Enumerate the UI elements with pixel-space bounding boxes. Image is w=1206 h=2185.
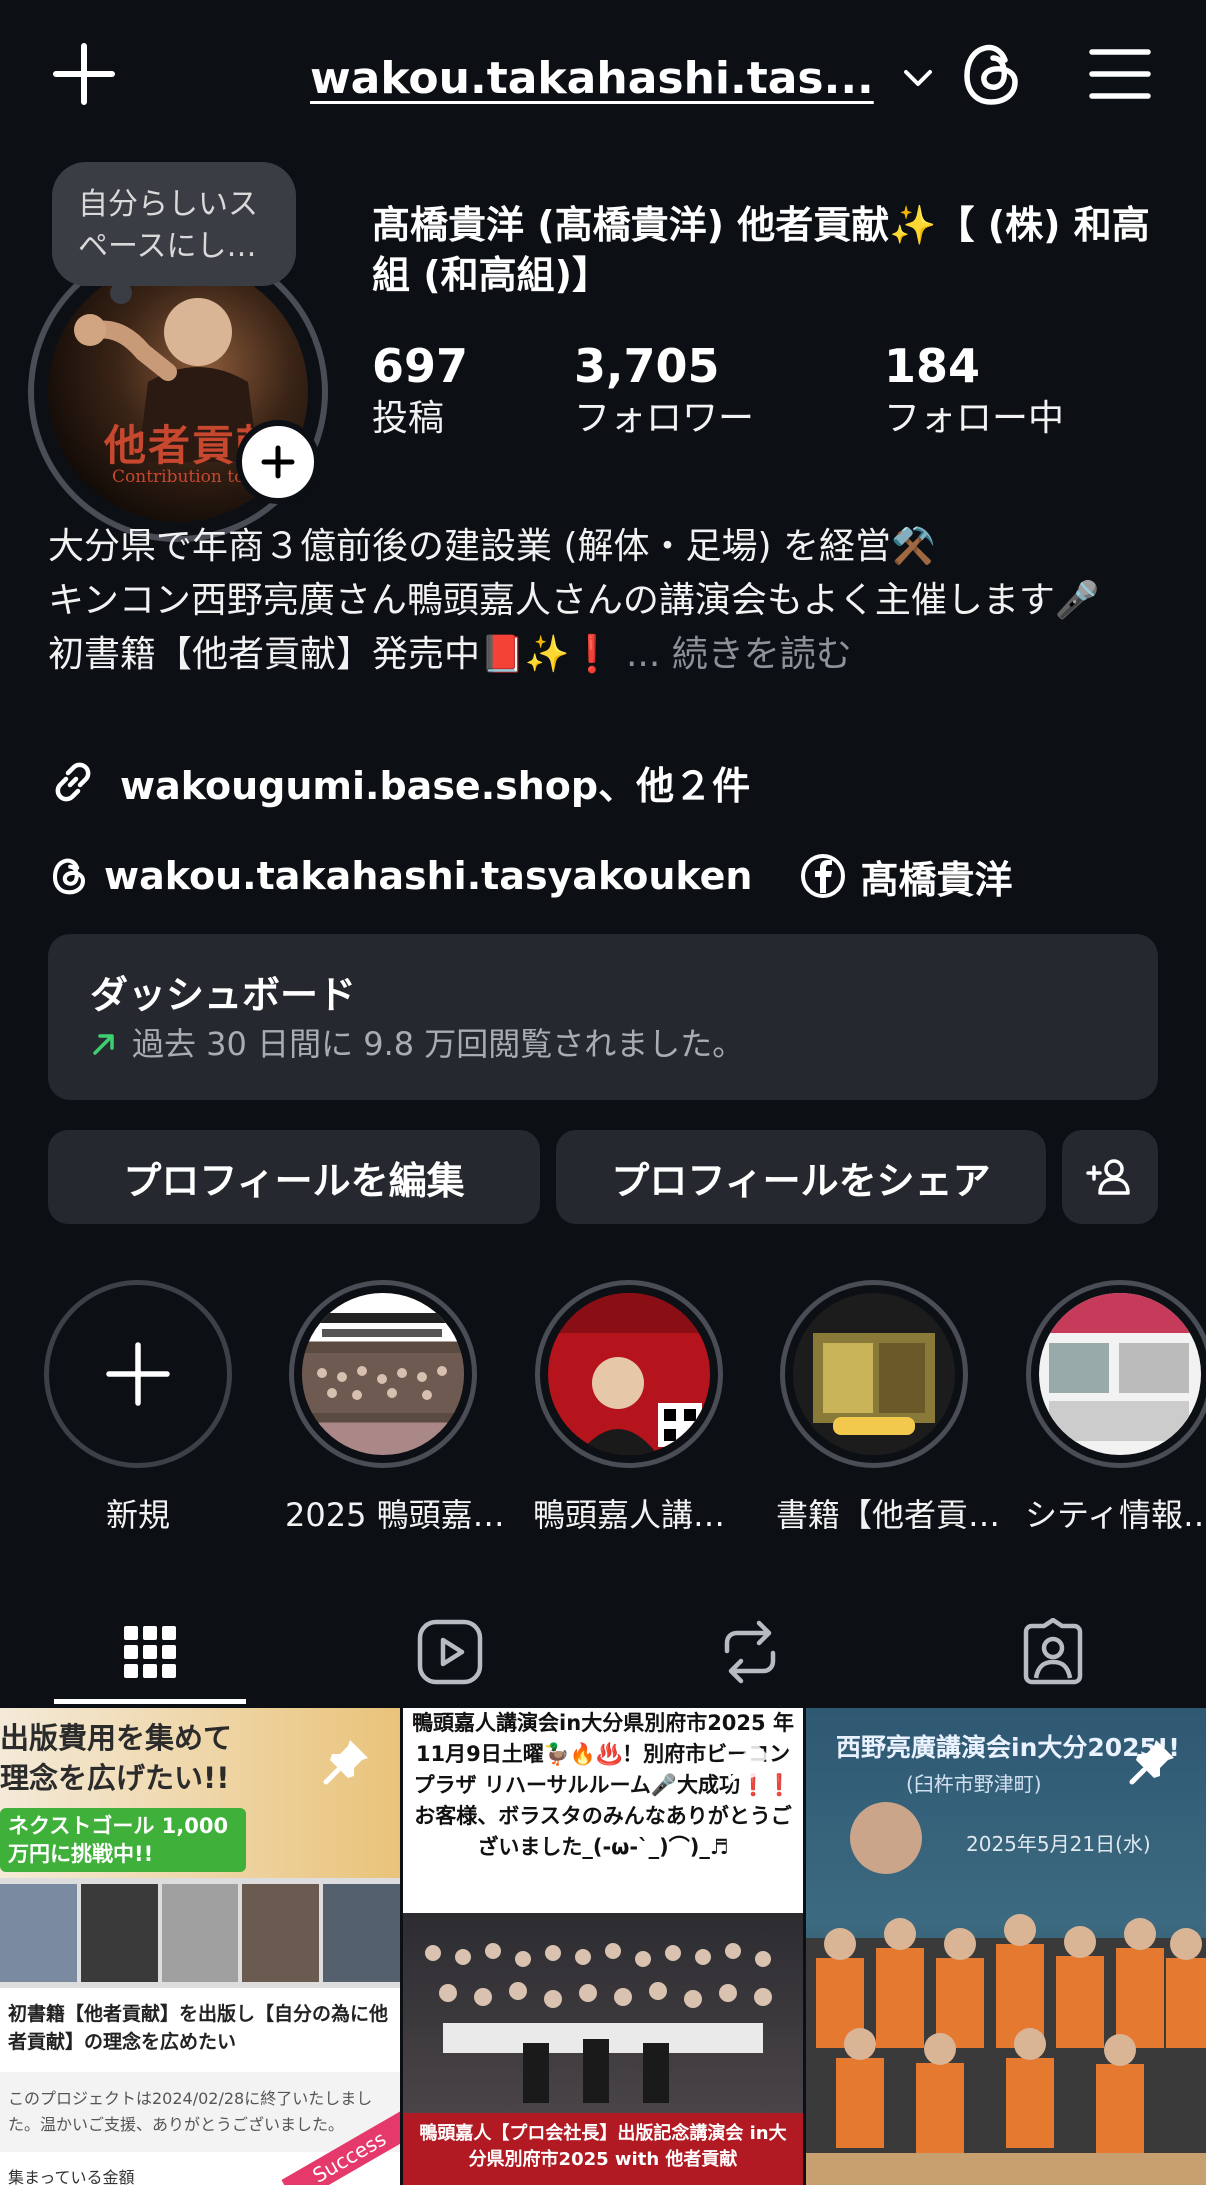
post-tile[interactable]: 西野亮廣講演会in大分2025!! (臼杵市野津町) 2025年5月21日(水) (806, 1708, 1206, 2185)
highlight-label: 2025 鴨頭嘉… (285, 1496, 505, 1534)
stat-posts[interactable]: 697 投稿 (372, 338, 468, 444)
highlight-label: シティ情報… (1024, 1496, 1206, 1534)
add-person-icon (1086, 1157, 1134, 1197)
post-caption: 初書籍【他者貢献】を出版し【自分の為に他者貢献】の理念を広めたい (8, 2003, 389, 2053)
create-plus-icon[interactable] (48, 38, 120, 110)
highlight-cover (1039, 1293, 1201, 1455)
pin-icon (723, 1736, 775, 1788)
share-profile-button[interactable]: プロフィールをシェア (556, 1130, 1046, 1224)
edit-profile-button[interactable]: プロフィールを編集 (48, 1130, 540, 1224)
highlight-item[interactable]: 2025 鴨頭嘉… (285, 1280, 505, 1536)
tab-tagged[interactable] (943, 1600, 1163, 1704)
bio-line: 初書籍【他者貢献】発売中📕✨❗ ... 続きを読む (48, 628, 1178, 682)
hamburger-menu-icon[interactable] (1088, 44, 1152, 104)
chevron-down-icon (902, 68, 934, 88)
highlight-ring (1026, 1280, 1206, 1468)
post-photo (403, 1913, 803, 2113)
highlight-item[interactable]: 書籍【他者貢… (776, 1280, 1001, 1536)
post-tile[interactable]: 出版費用を集めて理念を広げたい!! ネクストゴール 1,000万円に挑戦中!! … (0, 1708, 400, 2185)
highlight-ring (535, 1280, 723, 1468)
dashboard-title: ダッシュボード (90, 973, 357, 1017)
bio-line: 大分県で年商３億前後の建設業 (解体・足場) を経営⚒️ (48, 526, 936, 567)
post-banner: 出版費用を集めて理念を広げたい!! ネクストゴール 1,000万円に挑戦中!! (0, 1708, 400, 1878)
read-more-link[interactable]: ... 続きを読む (626, 634, 852, 675)
threads-small-icon (48, 855, 90, 897)
threads-handle-link[interactable]: wakou.takahashi.tasyakouken (104, 854, 752, 898)
reels-icon (416, 1618, 484, 1686)
stat-following-value: 184 (884, 339, 981, 393)
highlight-item[interactable]: シティ情報… (1022, 1280, 1206, 1536)
stat-followers-value: 3,705 (574, 339, 720, 393)
dashboard-subtitle: 過去 30 日間に 9.8 万回閲覧されました。 (132, 1025, 745, 1063)
tab-reels[interactable] (340, 1600, 560, 1704)
post-headline: 出版費用を集めて理念を広げたい!! (0, 1721, 233, 1795)
profile-link[interactable]: wakougumi.base.shop、他２件 (48, 752, 750, 812)
tagged-person-icon (1020, 1618, 1086, 1686)
profile-link-text: wakougumi.base.shop、他２件 (120, 763, 751, 808)
highlight-ring (44, 1280, 232, 1468)
highlight-ring (780, 1280, 968, 1468)
stat-followers-label: フォロワー (574, 398, 755, 439)
bio: 大分県で年商３億前後の建設業 (解体・足場) を経営⚒️ キンコン西野亮廣さん鴨… (48, 520, 1178, 682)
highlight-cover (302, 1293, 464, 1455)
note-bubble-tail (110, 282, 132, 304)
highlight-cover (793, 1293, 955, 1455)
repost-icon (719, 1619, 781, 1685)
highlight-label: 書籍【他者貢… (776, 1496, 1001, 1534)
display-name: 髙橋貴洋 (髙橋貴洋) 他者貢献✨【 (株) 和高組 (和高組)】 (372, 203, 1150, 297)
link-icon (48, 757, 98, 807)
tab-reposts[interactable] (640, 1600, 860, 1704)
threads-icon[interactable] (955, 38, 1027, 110)
highlight-label: 鴨頭嘉人講… (532, 1496, 725, 1534)
facebook-icon (800, 853, 846, 899)
highlight-cover (548, 1293, 710, 1455)
post-goal-badge: ネクストゴール 1,000万円に挑戦中!! (0, 1808, 246, 1872)
highlight-item[interactable]: 鴨頭嘉人講… (531, 1280, 727, 1536)
professional-dashboard[interactable]: ダッシュボード 過去 30 日間に 9.8 万回閲覧されました。 (48, 934, 1158, 1100)
stat-following[interactable]: 184 フォロー中 (884, 338, 1064, 444)
highlight-ring (289, 1280, 477, 1468)
discover-people-button[interactable] (1062, 1130, 1158, 1224)
stat-posts-label: 投稿 (372, 398, 445, 439)
username: wakou.takahashi.tas... (310, 52, 874, 104)
pin-icon (1126, 1736, 1178, 1788)
grid-icon (122, 1624, 178, 1680)
highlight-new[interactable]: 新規 (40, 1280, 236, 1536)
social-links: wakou.takahashi.tasyakouken 髙橋貴洋 (48, 846, 1012, 906)
post-note: このプロジェクトは2024/02/28に終了いたしました。温かいご支援、ありがと… (0, 2072, 400, 2152)
post-footer: 鴨頭嘉人【プロ会社長】出版記念講演会 in大分県別府市2025 with 他者貢… (403, 2113, 803, 2185)
trend-up-arrow-icon (90, 1030, 118, 1058)
account-switcher[interactable]: wakou.takahashi.tas... (310, 48, 934, 108)
bio-line: キンコン西野亮廣さん鴨頭嘉人さんの講演会もよく主催します🎤 (48, 580, 1100, 621)
tab-posts-grid[interactable] (40, 1600, 260, 1704)
post-tile[interactable]: 鴨頭嘉人講演会in大分県別府市2025 年11月9日土曜🦆🔥♨️！別府市ビーコン… (403, 1708, 803, 2185)
stat-following-label: フォロー中 (884, 398, 1065, 439)
pin-icon (320, 1736, 372, 1788)
add-story-plus-icon[interactable] (236, 420, 320, 504)
bio-line-text: 初書籍【他者貢献】発売中📕✨❗ (48, 634, 615, 675)
highlight-label: 新規 (105, 1496, 170, 1534)
plus-icon (103, 1339, 173, 1409)
facebook-name-link[interactable]: 髙橋貴洋 (860, 849, 1012, 904)
dashboard-subtitle-row: 過去 30 日間に 9.8 万回閲覧されました。 (90, 1022, 1116, 1066)
stat-posts-value: 697 (372, 339, 469, 393)
note-bubble[interactable]: 自分らしいスペースにし… (52, 162, 296, 286)
stat-followers[interactable]: 3,705 フォロワー (574, 338, 754, 444)
active-tab-indicator (54, 1699, 246, 1704)
post-photo-strip (0, 1878, 400, 1988)
